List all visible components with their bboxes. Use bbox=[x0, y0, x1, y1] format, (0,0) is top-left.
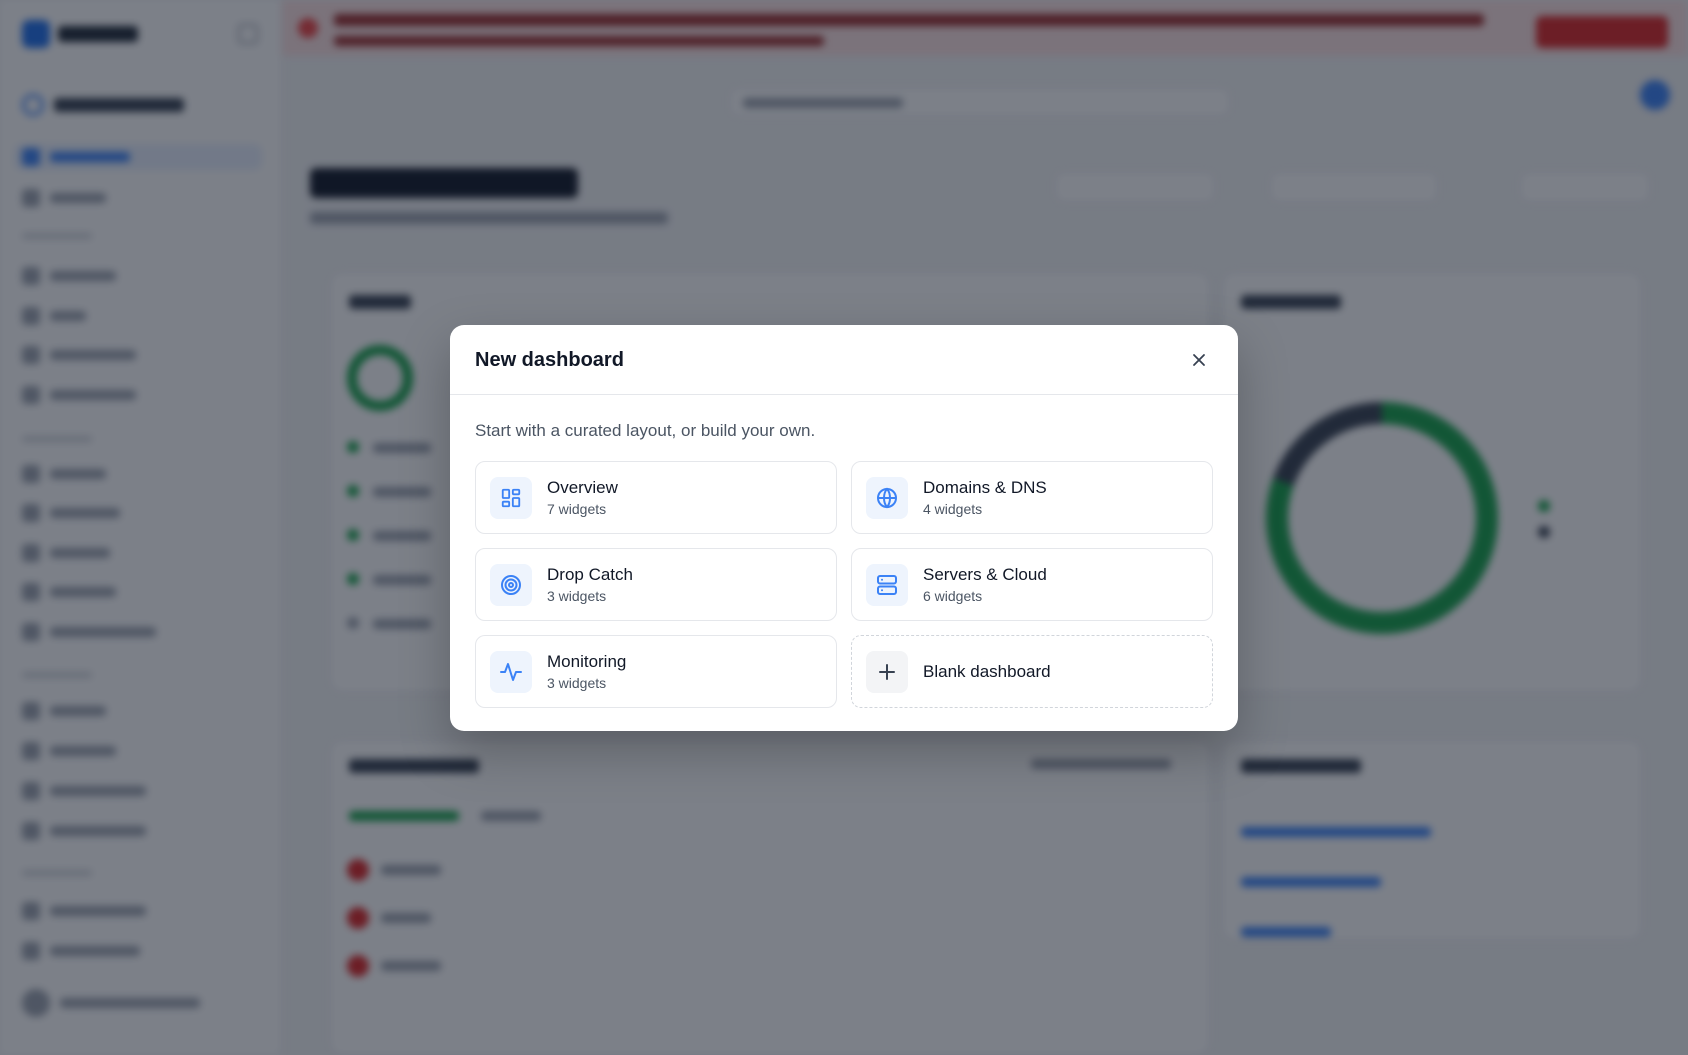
modal-header: New dashboard bbox=[450, 325, 1238, 395]
template-widget-count: 7 widgets bbox=[547, 501, 607, 517]
template-domains-dns[interactable]: Domains & DNS 4 widgets bbox=[851, 461, 1213, 534]
globe-icon bbox=[866, 477, 908, 519]
template-blank-dashboard[interactable]: Blank dashboard bbox=[851, 635, 1213, 708]
template-overview[interactable]: Overview 7 widgets bbox=[475, 461, 837, 534]
new-dashboard-modal: New dashboard Start with a curated layou… bbox=[450, 325, 1238, 731]
layout-grid-icon bbox=[490, 477, 532, 519]
template-servers-cloud[interactable]: Servers & Cloud 6 widgets bbox=[851, 548, 1213, 621]
plus-icon bbox=[866, 651, 908, 693]
template-name: Drop Catch bbox=[547, 565, 633, 584]
server-icon bbox=[866, 564, 908, 606]
template-widget-count: 3 widgets bbox=[547, 675, 607, 691]
template-widget-count: 4 widgets bbox=[923, 501, 983, 517]
template-monitoring[interactable]: Monitoring 3 widgets bbox=[475, 635, 837, 708]
template-name: Blank dashboard bbox=[923, 662, 1051, 681]
modal-title: New dashboard bbox=[475, 349, 624, 371]
template-name: Overview bbox=[547, 478, 618, 497]
target-icon bbox=[490, 564, 532, 606]
template-widget-count: 6 widgets bbox=[923, 588, 983, 604]
close-icon bbox=[1193, 354, 1205, 366]
template-widget-count: 3 widgets bbox=[547, 588, 607, 604]
activity-icon bbox=[490, 651, 532, 693]
template-name: Servers & Cloud bbox=[923, 565, 1047, 584]
template-drop-catch[interactable]: Drop Catch 3 widgets bbox=[475, 548, 837, 621]
close-button[interactable] bbox=[1186, 347, 1212, 373]
template-name: Monitoring bbox=[547, 652, 627, 671]
modal-description: Start with a curated layout, or build yo… bbox=[475, 421, 816, 440]
template-name: Domains & DNS bbox=[923, 478, 1047, 497]
